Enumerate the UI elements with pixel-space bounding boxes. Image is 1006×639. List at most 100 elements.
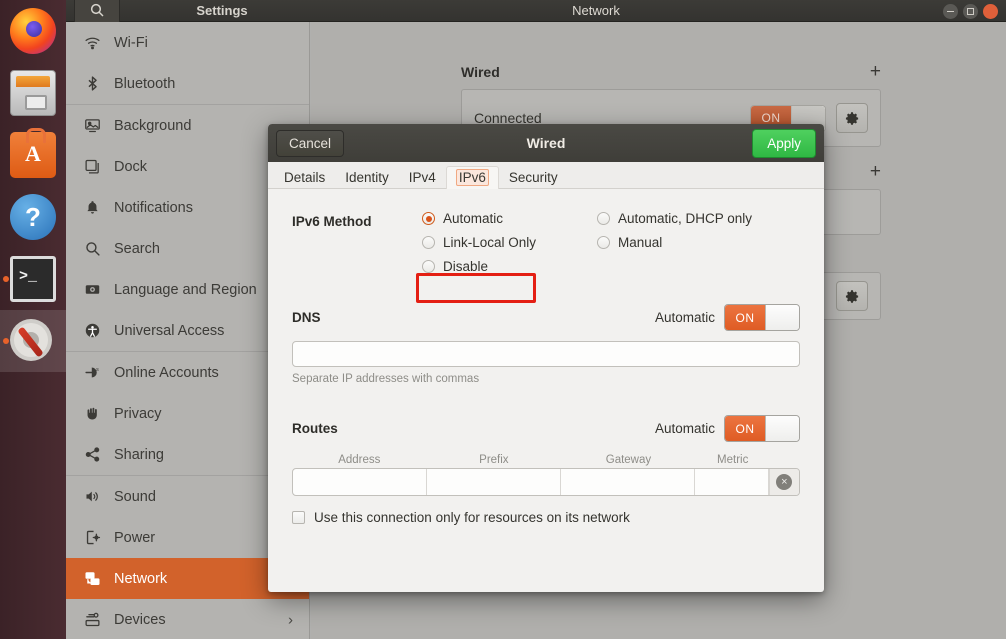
background-icon	[84, 117, 108, 134]
radio-label: Manual	[618, 235, 662, 250]
dialog-content: IPv6 Method Automatic Link-Local Only	[268, 189, 824, 525]
add-wired-button[interactable]: +	[870, 62, 881, 81]
dns-servers-input[interactable]	[292, 341, 800, 367]
routes-address-input[interactable]	[293, 469, 427, 495]
restrict-connection-label: Use this connection only for resources o…	[314, 510, 630, 525]
dns-toggle-knob	[765, 305, 799, 330]
radio-manual[interactable]: Manual	[597, 235, 752, 250]
ipv6-method-label: IPv6 Method	[292, 211, 422, 229]
sidebar-item-label: Privacy	[114, 406, 162, 422]
routes-section-header: Routes Automatic ON	[292, 415, 800, 442]
tab-ipv6[interactable]: IPv6	[446, 166, 499, 189]
dialog-tabs: Details Identity IPv4 IPv6 Security	[268, 162, 824, 189]
add-second-button[interactable]: +	[870, 162, 881, 181]
unity-launcher	[0, 0, 66, 639]
restrict-connection-checkbox[interactable]	[292, 511, 305, 524]
gear-icon	[845, 111, 860, 126]
launcher-help[interactable]	[0, 186, 66, 248]
svg-text:s: s	[96, 367, 99, 373]
close-icon[interactable]: ×	[776, 474, 792, 490]
dns-automatic-toggle[interactable]: ON	[724, 304, 800, 331]
sidebar-item-label: Sharing	[114, 447, 164, 463]
sidebar-item-label: Dock	[114, 159, 147, 175]
tab-ipv4[interactable]: IPv4	[399, 166, 446, 189]
radio-indicator	[422, 260, 435, 273]
tab-details[interactable]: Details	[274, 166, 335, 189]
sidebar-item-label: Sound	[114, 489, 156, 505]
sidebar-item-label: Power	[114, 530, 155, 546]
method-column-left: Automatic Link-Local Only Disable	[422, 211, 597, 274]
third-section-settings-button[interactable]	[836, 281, 868, 311]
routes-delete-cell[interactable]: ×	[769, 469, 799, 495]
routes-gateway-input[interactable]	[561, 469, 695, 495]
screen: Settings Network Wi-Fi	[0, 0, 1006, 639]
devices-icon	[84, 611, 108, 628]
radio-indicator	[422, 236, 435, 249]
chevron-right-icon: ›	[288, 611, 293, 628]
radio-label: Automatic	[443, 211, 503, 226]
network-icon	[84, 570, 108, 587]
tab-identity[interactable]: Identity	[335, 166, 399, 189]
online-accounts-icon: s	[84, 364, 108, 381]
launcher-terminal[interactable]	[0, 248, 66, 310]
wired-section-header: Wired +	[461, 62, 881, 89]
apply-button[interactable]: Apply	[752, 129, 816, 158]
ipv6-method-row: IPv6 Method Automatic Link-Local Only	[292, 211, 800, 274]
dock-icon	[84, 158, 108, 175]
sidebar-item-bluetooth[interactable]: Bluetooth	[66, 63, 309, 104]
close-button[interactable]	[983, 4, 998, 19]
sidebar-item-label: Universal Access	[114, 323, 224, 339]
launcher-files[interactable]	[0, 62, 66, 124]
restrict-connection-checkbox-row[interactable]: Use this connection only for resources o…	[292, 510, 800, 525]
window-titlebar: Settings Network	[66, 0, 1006, 22]
routes-toggle-knob	[765, 416, 799, 441]
radio-indicator	[597, 212, 610, 225]
cancel-button[interactable]: Cancel	[276, 130, 344, 157]
routes-header-metric: Metric	[696, 454, 770, 466]
settings-title: Settings	[132, 3, 312, 18]
ubuntu-software-icon	[10, 132, 56, 178]
settings-icon	[10, 318, 56, 364]
dns-section-header: DNS Automatic ON	[292, 304, 800, 331]
routes-column-headers: Address Prefix Gateway Metric	[292, 454, 800, 466]
help-icon	[10, 194, 56, 240]
radio-automatic[interactable]: Automatic	[422, 211, 597, 226]
wifi-icon	[84, 34, 108, 51]
accessibility-icon	[84, 322, 108, 339]
wired-settings-button[interactable]	[836, 103, 868, 133]
tab-security[interactable]: Security	[499, 166, 568, 189]
radio-automatic-dhcp-only[interactable]: Automatic, DHCP only	[597, 211, 752, 226]
dns-hint: Separate IP addresses with commas	[292, 373, 800, 385]
sidebar-item-label: Language and Region	[114, 282, 257, 298]
wired-connection-dialog: Cancel Wired Apply Details Identity IPv4…	[268, 124, 824, 592]
method-column-right: Automatic, DHCP only Manual	[597, 211, 752, 274]
routes-automatic-label: Automatic	[655, 421, 715, 436]
routes-prefix-input[interactable]	[427, 469, 561, 495]
routes-metric-input[interactable]	[695, 469, 769, 495]
bell-icon	[84, 199, 108, 216]
sharing-icon	[84, 446, 108, 463]
maximize-button[interactable]	[963, 4, 978, 19]
launcher-firefox[interactable]	[0, 0, 66, 62]
window-controls	[943, 4, 998, 19]
sidebar-item-label: Online Accounts	[114, 365, 219, 381]
sidebar-item-devices[interactable]: Devices ›	[66, 599, 309, 639]
radio-indicator	[597, 236, 610, 249]
sound-icon	[84, 488, 108, 505]
power-icon	[84, 529, 108, 546]
routes-automatic-toggle[interactable]: ON	[724, 415, 800, 442]
radio-label: Disable	[443, 259, 488, 274]
radio-disable[interactable]: Disable	[422, 259, 597, 274]
bluetooth-icon	[84, 75, 108, 92]
radio-link-local-only[interactable]: Link-Local Only	[422, 235, 597, 250]
privacy-icon	[84, 405, 108, 422]
launcher-software[interactable]	[0, 124, 66, 186]
sidebar-item-wifi[interactable]: Wi-Fi	[66, 22, 309, 63]
launcher-settings[interactable]	[0, 310, 66, 372]
firefox-icon	[10, 8, 56, 54]
table-row: ×	[292, 468, 800, 496]
minimize-button[interactable]	[943, 4, 958, 19]
routes-header-prefix: Prefix	[427, 454, 562, 466]
search-icon	[84, 240, 108, 257]
radio-label: Link-Local Only	[443, 235, 536, 250]
